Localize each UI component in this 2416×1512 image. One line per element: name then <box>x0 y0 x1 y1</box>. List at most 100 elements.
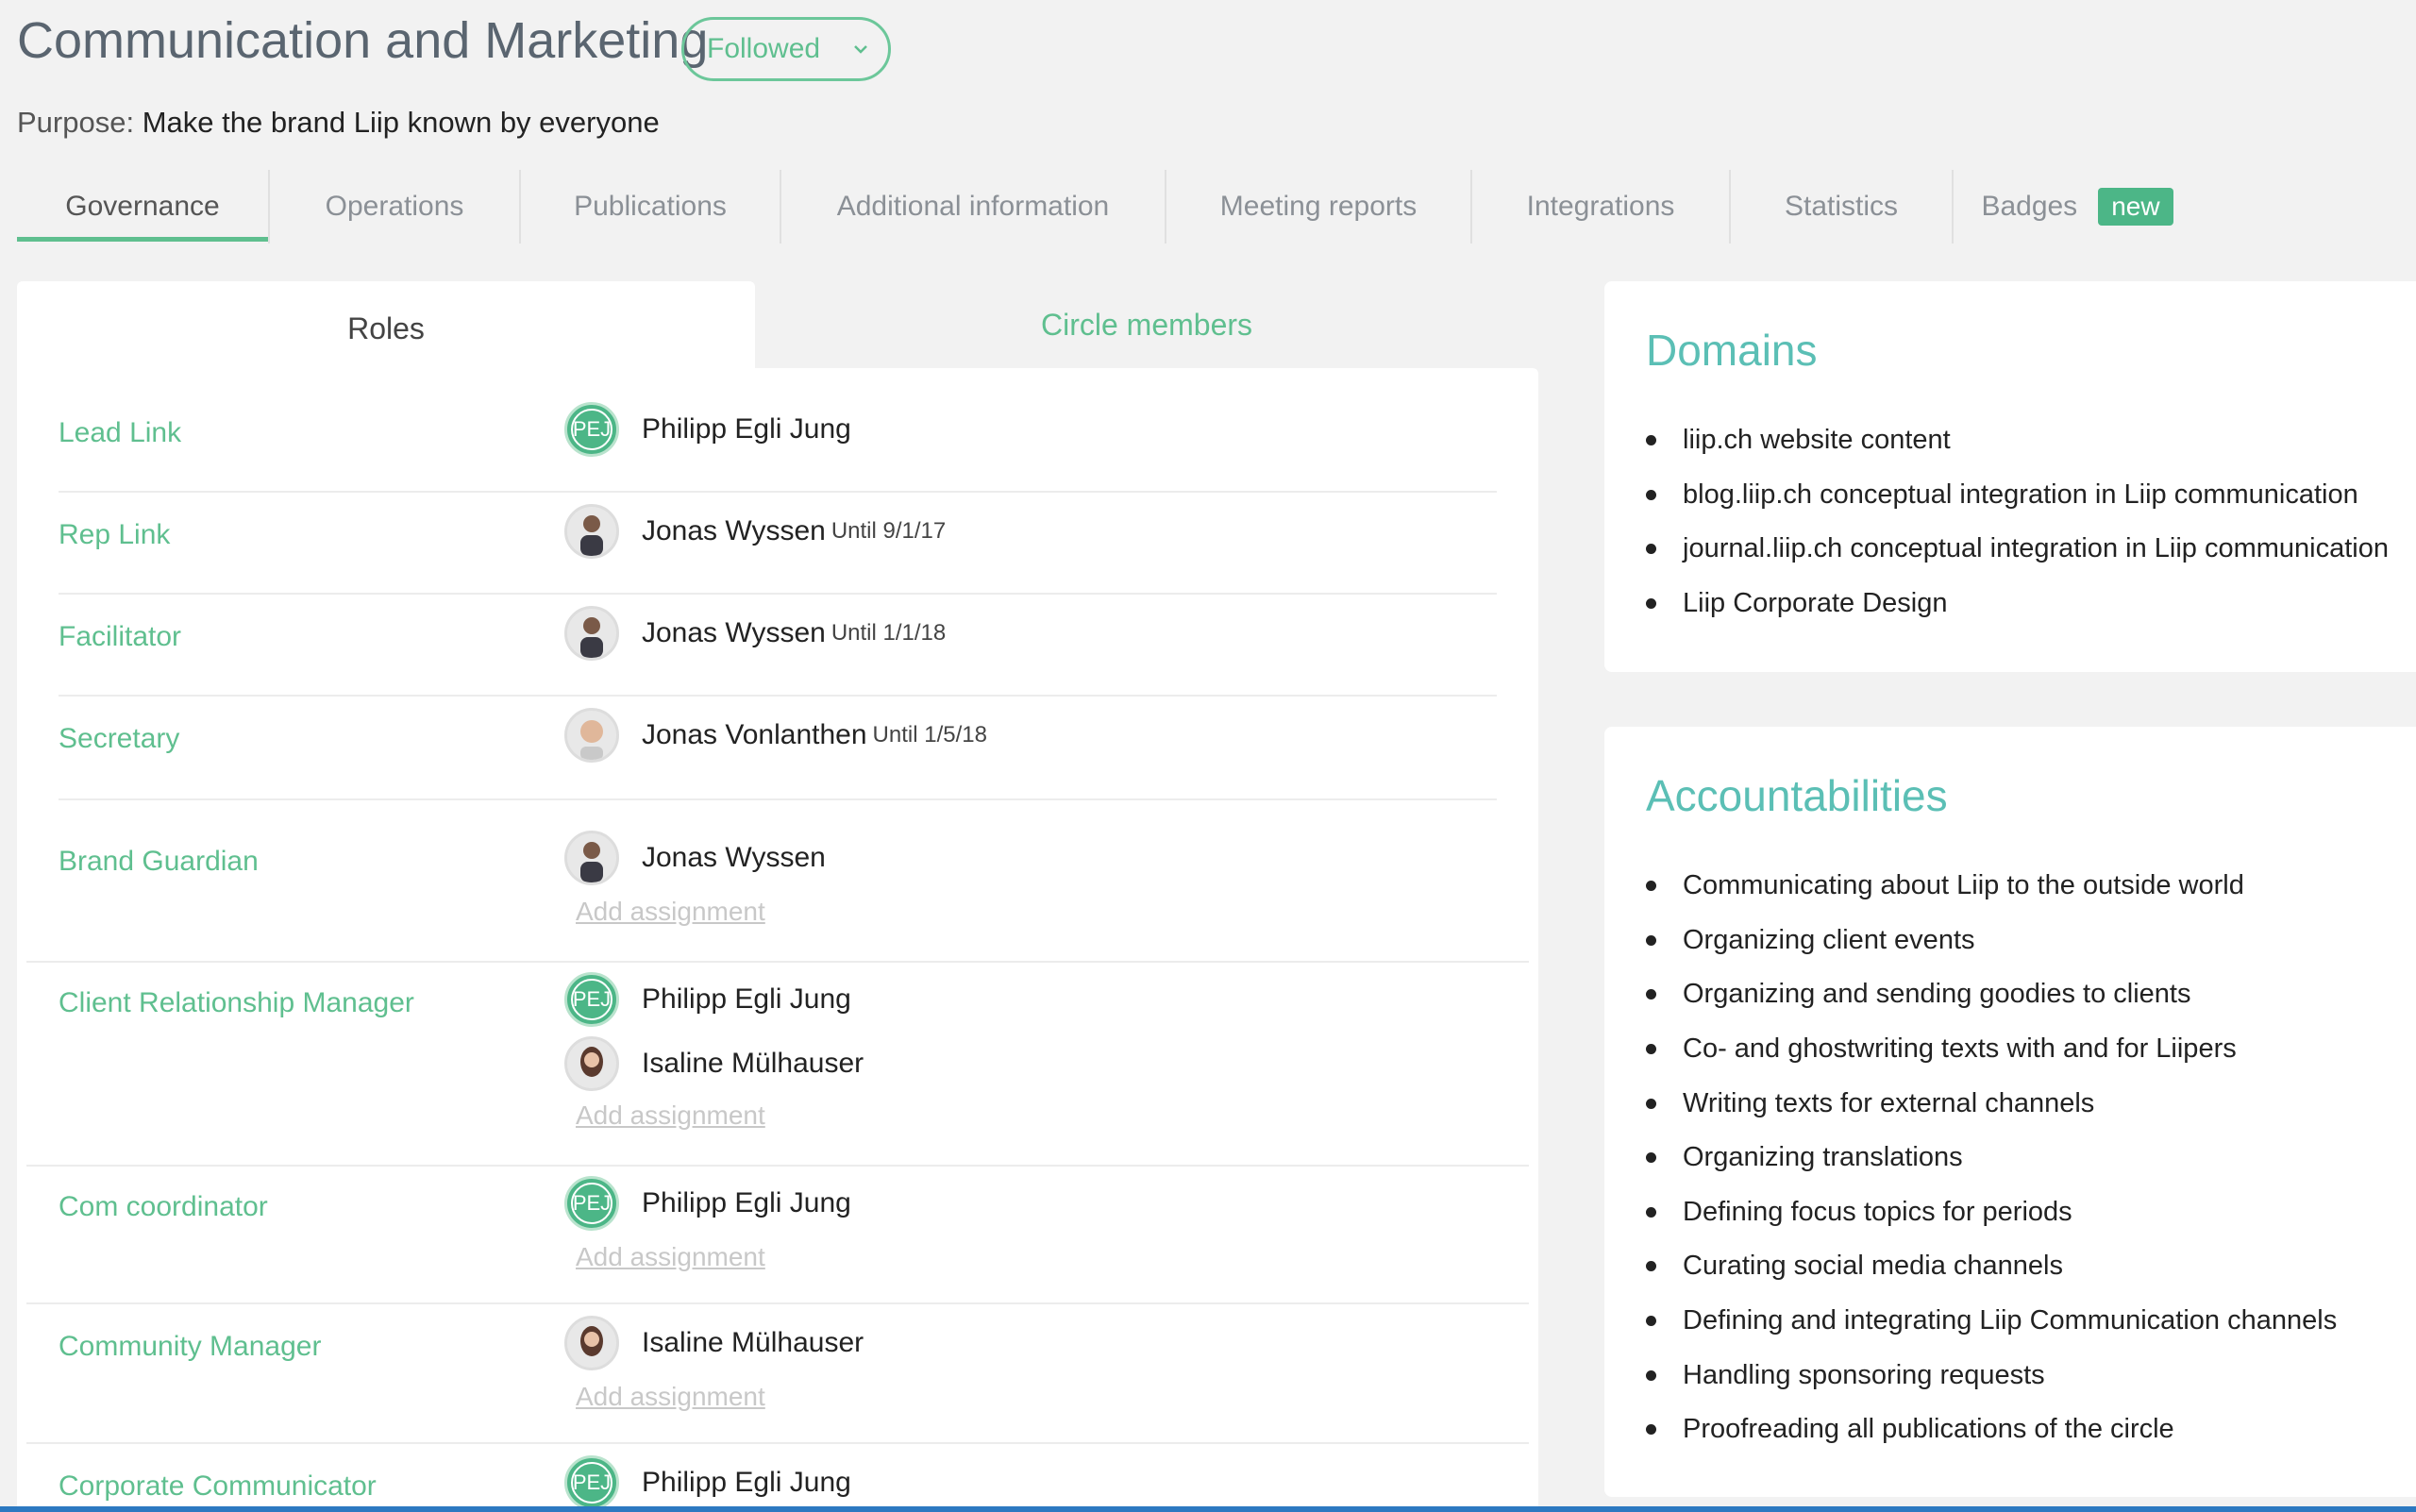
tab-label: Meeting reports <box>1219 191 1418 222</box>
tab-label: Statistics <box>1784 191 1899 222</box>
avatar[interactable]: PEJ <box>564 1176 619 1231</box>
avatar-initials: PEJ <box>571 1183 612 1224</box>
assignee: PEJ Philipp Egli Jung <box>564 1176 851 1231</box>
add-assignment-link[interactable]: Add assignment <box>576 1382 765 1412</box>
row-divider <box>59 798 1497 800</box>
avatar[interactable] <box>564 504 619 559</box>
bullet <box>1646 1369 1656 1381</box>
bullet <box>1646 1316 1656 1327</box>
tab-badges[interactable]: Badges new <box>1954 170 2201 244</box>
avatar-initials: PEJ <box>571 979 612 1020</box>
role-name-link[interactable]: Corporate Communicator <box>59 1470 377 1503</box>
tab-publications[interactable]: Publications <box>521 170 780 244</box>
row-divider <box>26 961 1529 963</box>
role-name-link[interactable]: Community Manager <box>59 1331 321 1363</box>
avatar[interactable]: PEJ <box>564 972 619 1027</box>
avatar[interactable]: PEJ <box>564 402 619 457</box>
role-name-link[interactable]: Rep Link <box>59 519 170 551</box>
purpose-label: Purpose: <box>17 106 135 139</box>
assignee: Jonas Wyssen <box>564 831 826 885</box>
bullet <box>1646 934 1656 946</box>
role-name-link[interactable]: Secretary <box>59 723 179 755</box>
avatar-initials: PEJ <box>571 409 612 450</box>
list-item: Defining and integrating Liip Communicat… <box>1646 1294 2337 1349</box>
assignee: PEJ Philipp Egli Jung <box>564 1455 851 1510</box>
list-item-text: Writing texts for external channels <box>1683 1087 2095 1118</box>
bullet <box>1646 1206 1656 1218</box>
bullet <box>1646 435 1656 446</box>
row-divider <box>59 491 1497 493</box>
assignee-name[interactable]: Isaline Mülhauser <box>642 1048 864 1080</box>
assignee-name[interactable]: Philipp Egli Jung <box>642 983 851 1016</box>
list-item-text: Proofreading all publications of the cir… <box>1683 1414 2174 1445</box>
subtab-circle-members[interactable]: Circle members <box>755 281 1538 368</box>
assignee: Jonas Wyssen Until 1/1/18 <box>564 606 946 661</box>
tab-operations[interactable]: Operations <box>270 170 519 244</box>
tab-label: Governance <box>65 191 220 222</box>
role-name-link[interactable]: Client Relationship Manager <box>59 987 414 1019</box>
person-photo-icon <box>580 617 603 658</box>
tab-label: Operations <box>325 191 464 222</box>
list-item-text: liip.ch website content <box>1683 425 1951 456</box>
tab-additional-information[interactable]: Additional information <box>781 170 1165 244</box>
tab-integrations[interactable]: Integrations <box>1472 170 1729 244</box>
add-assignment-link[interactable]: Add assignment <box>576 1100 765 1131</box>
tab-governance[interactable]: Governance <box>17 170 268 244</box>
assignee-name[interactable]: Philipp Egli Jung <box>642 1187 851 1219</box>
list-item: Organizing and sending goodies to client… <box>1646 967 2337 1022</box>
list-item: liip.ch website content <box>1646 413 2389 468</box>
list-item-text: Defining and integrating Liip Communicat… <box>1683 1305 2338 1336</box>
bullet <box>1646 989 1656 1000</box>
list-item-text: Organizing and sending goodies to client… <box>1683 979 2191 1010</box>
add-assignment-link[interactable]: Add assignment <box>576 1242 765 1272</box>
assignee-name[interactable]: Isaline Mülhauser <box>642 1327 864 1359</box>
bullet <box>1646 598 1656 610</box>
assignee-name[interactable]: Jonas Wyssen <box>642 515 826 547</box>
list-item-text: Organizing client events <box>1683 924 1975 955</box>
list-item-text: Defining focus topics for periods <box>1683 1196 2072 1227</box>
bullet <box>1646 544 1656 555</box>
row-divider <box>26 1302 1529 1304</box>
roles-list: Lead Link PEJ Philipp Egli Jung Rep Link… <box>17 368 1538 1512</box>
person-photo-icon <box>580 842 603 882</box>
list-item: Organizing translations <box>1646 1131 2337 1185</box>
role-name-link[interactable]: Lead Link <box>59 417 181 449</box>
avatar[interactable] <box>564 1316 619 1370</box>
row-divider <box>59 593 1497 595</box>
assignment-until: Until 1/5/18 <box>872 722 987 748</box>
tab-label: Badges <box>1981 191 2078 222</box>
avatar[interactable] <box>564 606 619 661</box>
avatar[interactable] <box>564 831 619 885</box>
purpose-text: Make the brand Liip known by everyone <box>142 106 660 139</box>
role-name-link[interactable]: Com coordinator <box>59 1191 268 1223</box>
role-name-link[interactable]: Facilitator <box>59 621 181 653</box>
avatar[interactable] <box>564 708 619 763</box>
avatar[interactable]: PEJ <box>564 1455 619 1510</box>
assignee-name[interactable]: Jonas Vonlanthen <box>642 719 867 751</box>
bullet <box>1646 1044 1656 1055</box>
tab-statistics[interactable]: Statistics <box>1731 170 1952 244</box>
assignee: Jonas Wyssen Until 9/1/17 <box>564 504 946 559</box>
assignment-until: Until 9/1/17 <box>830 518 947 544</box>
tab-label: Publications <box>574 191 727 222</box>
list-item: Liip Corporate Design <box>1646 577 2389 631</box>
list-item-text: Communicating about Liip to the outside … <box>1683 870 2244 901</box>
assignee-name[interactable]: Jonas Wyssen <box>642 842 826 874</box>
person-photo-icon <box>580 720 603 760</box>
bullet <box>1646 489 1656 500</box>
assignee-name[interactable]: Philipp Egli Jung <box>642 413 851 445</box>
list-item: Organizing client events <box>1646 914 2337 968</box>
follow-dropdown-button[interactable]: Followed <box>681 17 891 81</box>
avatar[interactable] <box>564 1036 619 1091</box>
person-photo-icon <box>580 515 603 556</box>
role-name-link[interactable]: Brand Guardian <box>59 846 259 878</box>
add-assignment-link[interactable]: Add assignment <box>576 897 765 927</box>
row-divider <box>26 1442 1529 1444</box>
tab-meeting-reports[interactable]: Meeting reports <box>1166 170 1470 244</box>
assignee: PEJ Philipp Egli Jung <box>564 402 851 457</box>
bottom-bar <box>0 1506 2416 1512</box>
assignee-name[interactable]: Jonas Wyssen <box>642 617 826 649</box>
list-item: Communicating about Liip to the outside … <box>1646 859 2337 914</box>
assignee-name[interactable]: Philipp Egli Jung <box>642 1467 851 1499</box>
subtab-roles[interactable]: Roles <box>17 281 755 376</box>
